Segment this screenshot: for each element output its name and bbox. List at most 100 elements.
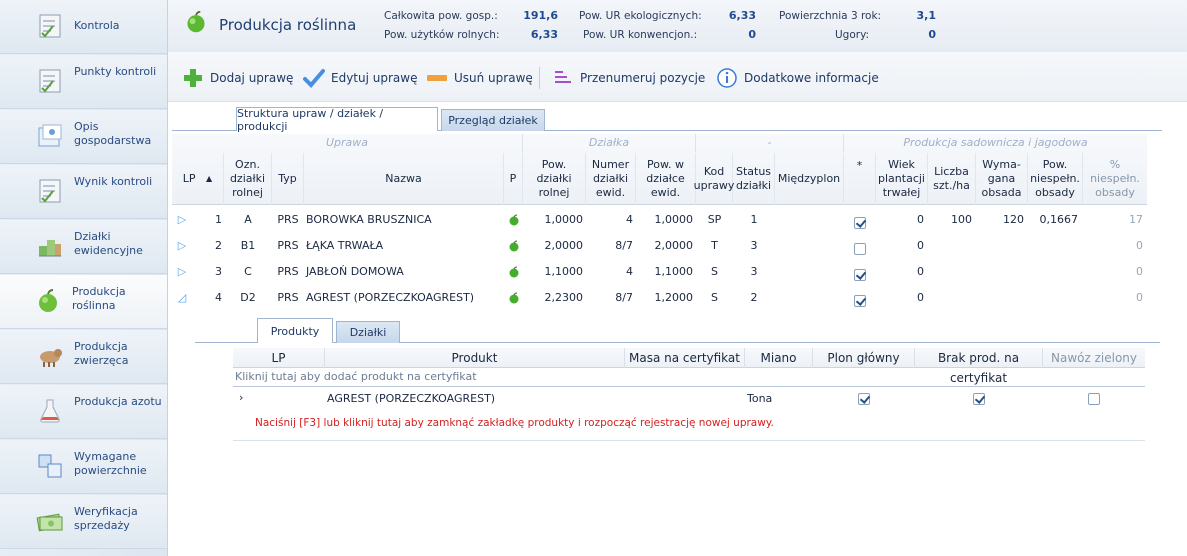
checkbox-plon[interactable] bbox=[858, 392, 870, 405]
col-plon[interactable]: Plon główny bbox=[813, 348, 915, 368]
checklist-icon bbox=[39, 179, 61, 203]
cell-status: 2 bbox=[750, 291, 758, 304]
col-wiek[interactable]: Wiek plantacji trwałej bbox=[876, 153, 928, 205]
sidebar-item-label: Produkcja zwierzęca bbox=[74, 340, 129, 367]
cell-pow: 1,0000 bbox=[544, 213, 584, 226]
cell-status: 3 bbox=[750, 239, 758, 252]
col-lp[interactable]: LP ▲ bbox=[172, 153, 224, 205]
col-produkt[interactable]: Produkt bbox=[325, 348, 625, 368]
tab-dzialki[interactable]: Działki bbox=[336, 321, 400, 343]
cell-kod: S bbox=[711, 291, 718, 304]
row-pointer-icon: ▷ bbox=[177, 239, 187, 252]
stat-value: 0 bbox=[748, 28, 756, 41]
cell-wymagana: 120 bbox=[1003, 213, 1024, 226]
sidebar-item-kontrola[interactable]: Kontrola bbox=[0, 0, 167, 54]
add-crop-button[interactable]: Dodaj uprawę bbox=[182, 66, 293, 90]
band-dash: - bbox=[696, 134, 844, 152]
tab-structure[interactable]: Struktura upraw / działek / produkcji bbox=[236, 107, 438, 133]
col-status[interactable]: Status działki bbox=[733, 153, 775, 205]
sidebar-item-opis-gospodarstwa[interactable]: Opis gospodarstwa bbox=[0, 110, 167, 164]
col-liczba[interactable]: Liczba szt./ha bbox=[928, 153, 976, 205]
cell-ozn: A bbox=[244, 213, 252, 226]
add-product-hint[interactable]: Kliknij tutaj aby dodać produkt na certy… bbox=[235, 370, 477, 383]
additional-info-button[interactable]: Dodatkowe informacje bbox=[716, 66, 879, 90]
col-ozn[interactable]: Ozn. działki rolnej bbox=[224, 153, 272, 205]
sidebar-item-punkty-kontroli[interactable]: Punkty kontroli bbox=[0, 55, 167, 109]
cell-wiek: 0 bbox=[917, 213, 924, 226]
parcel-icon bbox=[39, 240, 61, 257]
col-nazwa[interactable]: Nazwa bbox=[304, 153, 504, 205]
cell-poww: 2,0000 bbox=[654, 239, 694, 252]
col-pow[interactable]: Pow. działki rolnej bbox=[523, 153, 586, 205]
checkbox[interactable] bbox=[844, 288, 876, 314]
cell-status: 1 bbox=[750, 213, 758, 226]
sort-asc-icon: ▲ bbox=[206, 174, 213, 183]
cell-status: 3 bbox=[750, 265, 758, 278]
checkbox-nawoz[interactable] bbox=[1088, 392, 1100, 405]
cell-nazwa: BOROWKA BRUSZNICA bbox=[306, 213, 432, 226]
col-miedzy[interactable]: Międzyplon bbox=[775, 153, 844, 205]
f3-hint[interactable]: Naciśnij [F3] lub kliknij tutaj aby zamk… bbox=[255, 417, 774, 429]
col-pct[interactable]: % niespełn. obsady bbox=[1083, 153, 1147, 205]
table-row[interactable]: ▷ 1 A PRS BOROWKA BRUSZNICA 1,0000 4 1,0… bbox=[172, 207, 1147, 233]
col-miano[interactable]: Miano bbox=[745, 348, 813, 368]
col-wymagana[interactable]: Wyma- gana obsada bbox=[976, 153, 1028, 205]
col-typ[interactable]: Typ bbox=[272, 153, 304, 205]
tab-overview[interactable]: Przegląd działek bbox=[441, 109, 545, 131]
table-row[interactable]: ▷ 3 C PRS JABŁOŃ DOMOWA 1,1000 4 1,1000 … bbox=[172, 259, 1147, 285]
edit-crop-button[interactable]: Edytuj uprawę bbox=[303, 66, 417, 90]
sidebar-item-wymagane-powierzchnie[interactable]: Wymagane powierzchnie bbox=[0, 440, 167, 494]
col-masa[interactable]: Masa na certyfikat bbox=[625, 348, 745, 368]
cell-numer: 4 bbox=[626, 265, 633, 278]
flask-icon bbox=[40, 399, 60, 423]
col-star[interactable]: * bbox=[844, 153, 876, 205]
cell-typ: PRS bbox=[277, 213, 299, 226]
sidebar-item-dzialki-ewidencyjne[interactable]: Działki ewidencyjne bbox=[0, 220, 167, 274]
table-row[interactable]: ◿ 4 D2 PRS AGREST (PORZECZKOAGREST) 2,23… bbox=[172, 285, 1147, 311]
sidebar-item-label: Kontrola bbox=[74, 19, 120, 32]
sidebar-item-label: Produkcja azotu bbox=[74, 395, 162, 408]
col-p[interactable]: P bbox=[504, 153, 523, 205]
farm-description-icon bbox=[38, 124, 62, 147]
renumber-button[interactable]: Przenumeruj pozycje bbox=[552, 66, 705, 90]
col-numer[interactable]: Numer działki ewid. bbox=[586, 153, 636, 205]
cell-produkt: AGREST (PORZECZKOAGREST) bbox=[327, 392, 496, 405]
areas-icon bbox=[38, 454, 62, 478]
stat-label: Całkowita pow. gosp.: bbox=[384, 10, 498, 22]
col-lp[interactable]: LP bbox=[233, 348, 325, 368]
cell-wiek: 0 bbox=[917, 291, 924, 304]
tab-produkty[interactable]: Produkty bbox=[257, 318, 333, 343]
cell-niespel: 0,1667 bbox=[1039, 213, 1079, 226]
sidebar-item-produkcja-roslinna[interactable]: Produkcja roślinna bbox=[0, 275, 167, 329]
sidebar-item-produkcja-azotu[interactable]: Produkcja azotu bbox=[0, 385, 167, 439]
cell-pct: 0 bbox=[1136, 239, 1143, 252]
stat-label: Pow. UR ekologicznych: bbox=[579, 10, 702, 22]
sidebar-item-wynik-kontroli[interactable]: Wynik kontroli bbox=[0, 165, 167, 219]
table-row[interactable]: ▷ 2 B1 PRS ŁĄKA TRWAŁA 2,0000 8/7 2,0000… bbox=[172, 233, 1147, 259]
sidebar-item-produkcja-zwierzeca[interactable]: Produkcja zwierzęca bbox=[0, 330, 167, 384]
cell-pow: 1,1000 bbox=[544, 265, 584, 278]
checkbox-brak[interactable] bbox=[973, 392, 985, 405]
cell-poww: 1,0000 bbox=[654, 213, 694, 226]
delete-crop-button[interactable]: Usuń uprawę bbox=[426, 66, 533, 90]
cell-liczba: 100 bbox=[951, 213, 972, 226]
apple-icon bbox=[187, 10, 205, 33]
row-pointer-icon: ▷ bbox=[177, 265, 187, 278]
col-niespel[interactable]: Pow. niespełn. obsady bbox=[1028, 153, 1083, 205]
animal-icon bbox=[40, 349, 62, 367]
stat-label: Ugory: bbox=[835, 29, 870, 41]
apple-icon bbox=[509, 240, 519, 252]
cell-wiek: 0 bbox=[917, 239, 924, 252]
stat-value: 191,6 bbox=[523, 9, 558, 22]
sidebar-item-weryfikacja-sprzedazy[interactable]: Weryfikacja sprzedaży bbox=[0, 495, 167, 549]
col-brak[interactable]: Brak prod. na certyfikat bbox=[915, 348, 1043, 385]
table-row[interactable]: › AGREST (PORZECZKOAGREST) Tona bbox=[233, 388, 1145, 410]
cell-typ: PRS bbox=[277, 239, 299, 252]
divider bbox=[233, 386, 1145, 387]
col-kod[interactable]: Kod uprawy bbox=[694, 153, 734, 205]
toolbar: Dodaj uprawę Edytuj uprawę Usuń uprawę P… bbox=[168, 52, 1187, 102]
checkmark-icon bbox=[303, 69, 325, 88]
stat-label: Pow. użytków rolnych: bbox=[384, 29, 500, 41]
col-nawoz[interactable]: Nawóz zielony bbox=[1043, 348, 1145, 368]
col-poww[interactable]: Pow. w działce ewid. bbox=[636, 153, 696, 205]
